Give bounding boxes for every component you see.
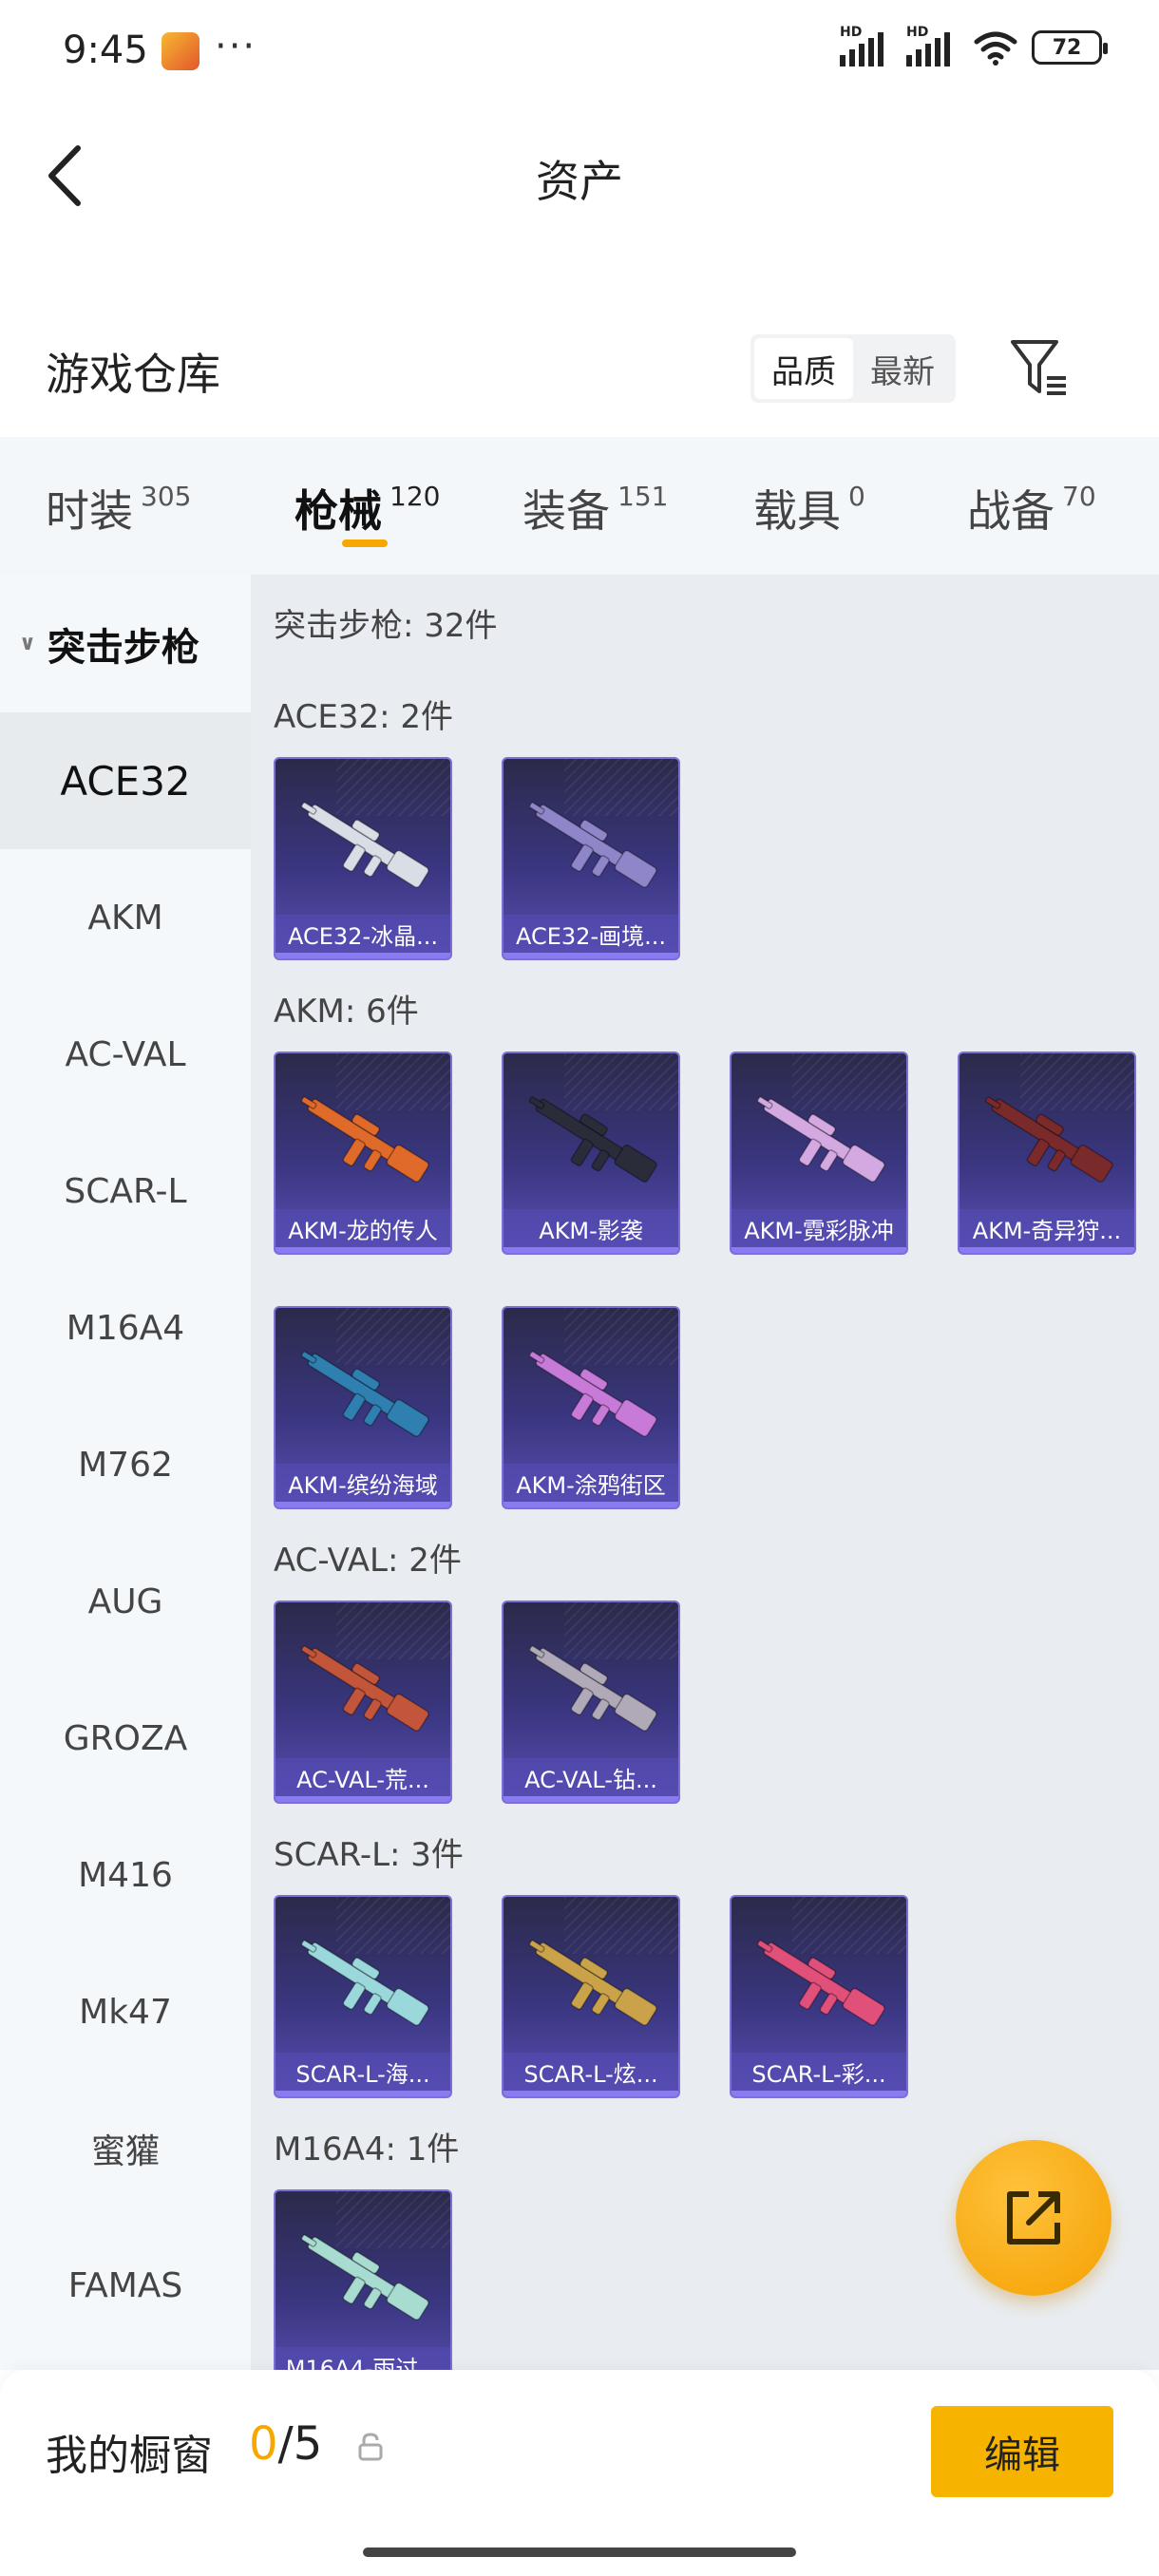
status-bar: 9:45 ··· HD HD 72 xyxy=(0,0,1159,104)
sidebar-item-ac-val[interactable]: AC-VAL xyxy=(0,986,251,1123)
rifle-icon xyxy=(300,1096,429,1183)
sidebar-item-honey-badger[interactable]: 蜜獾 xyxy=(0,2080,251,2217)
rifle-icon xyxy=(528,1940,657,2026)
weapon-card[interactable]: AKM-涂鸦街区 xyxy=(502,1306,680,1509)
tab-fashion[interactable]: 时装 305 xyxy=(46,437,274,575)
sidebar-item-m16a4[interactable]: M16A4 xyxy=(0,1260,251,1396)
home-indicator[interactable] xyxy=(363,2548,796,2557)
share-button[interactable] xyxy=(956,2140,1112,2296)
rifle-icon xyxy=(756,1096,885,1183)
weapon-card[interactable]: AC-VAL-钻... xyxy=(502,1601,680,1804)
sort-toggle[interactable]: 品质 最新 xyxy=(750,334,956,403)
showcase-count: 0/5 xyxy=(249,2417,323,2471)
rifle-icon xyxy=(300,2234,429,2320)
weapon-card[interactable]: SCAR-L-彩... xyxy=(730,1895,908,2098)
rifle-icon xyxy=(528,1645,657,1732)
sidebar-item-famas[interactable]: FAMAS xyxy=(0,2217,251,2354)
lock-icon xyxy=(358,2433,383,2461)
status-time: 9:45 xyxy=(63,28,148,72)
section-title-ac-val: AC-VAL: 2件 xyxy=(274,1542,462,1580)
status-icons: HD HD 72 xyxy=(840,25,1108,66)
sidebar-item-ace32[interactable]: ACE32 xyxy=(0,712,251,849)
sort-option-newest[interactable]: 最新 xyxy=(853,338,952,399)
section-title-akm: AKM: 6件 xyxy=(274,993,419,1031)
sidebar-item-mk47[interactable]: Mk47 xyxy=(0,1943,251,2080)
showcase-label: 我的橱窗 xyxy=(46,2432,213,2480)
weapon-card[interactable]: AKM-霓彩脉冲 xyxy=(730,1051,908,1255)
weapon-card[interactable]: SCAR-L-炫... xyxy=(502,1895,680,2098)
tab-vehicles[interactable]: 载具 0 xyxy=(753,437,967,575)
sidebar-item-aug[interactable]: AUG xyxy=(0,1533,251,1670)
rifle-icon xyxy=(300,1940,429,2026)
tab-firearms[interactable]: 枪械 120 xyxy=(294,437,532,575)
weapon-card[interactable]: M16A4-雨过... xyxy=(274,2189,452,2370)
sidebar-item-scar-l[interactable]: SCAR-L xyxy=(0,1123,251,1260)
rifle-icon xyxy=(756,1940,885,2026)
edit-button[interactable]: 编辑 xyxy=(931,2406,1113,2497)
wifi-icon xyxy=(974,31,1017,66)
weapon-card[interactable]: AKM-缤纷海域 xyxy=(274,1306,452,1509)
section-title-m16a4: M16A4: 1件 xyxy=(274,2131,460,2169)
rifle-icon xyxy=(528,1351,657,1437)
rifle-icon xyxy=(300,1645,429,1732)
tab-supplies[interactable]: 战备 70 xyxy=(967,437,1138,575)
signal-icon-2: HD xyxy=(906,25,960,66)
sidebar-item-m762[interactable]: M762 xyxy=(0,1396,251,1533)
showcase-bar: 我的橱窗 0/5 编辑 xyxy=(0,2370,1159,2576)
category-tabs: 时装 305 枪械 120 装备 151 载具 0 战备 70 xyxy=(0,437,1159,575)
more-notifications-icon: ··· xyxy=(215,25,257,68)
weapon-card[interactable]: AC-VAL-荒... xyxy=(274,1601,452,1804)
warehouse-title: 游戏仓库 xyxy=(46,349,220,400)
chevron-down-icon: ∨ xyxy=(19,632,36,655)
sort-option-quality[interactable]: 品质 xyxy=(754,338,853,399)
weapon-card[interactable]: ACE32-冰晶... xyxy=(274,757,452,960)
sidebar-item-akm[interactable]: AKM xyxy=(0,849,251,986)
sidebar-item-groza[interactable]: GROZA xyxy=(0,1670,251,1807)
share-icon xyxy=(1007,2191,1060,2245)
section-title-ace32: ACE32: 2件 xyxy=(274,698,454,736)
weapon-card[interactable]: AKM-影袭 xyxy=(502,1051,680,1255)
rifle-icon xyxy=(528,1096,657,1183)
sidebar-item-m416[interactable]: M416 xyxy=(0,1807,251,1943)
rifle-icon xyxy=(300,802,429,888)
page-title: 资产 xyxy=(536,156,623,207)
rifle-icon xyxy=(528,802,657,888)
rifle-icon xyxy=(984,1096,1113,1183)
section-title-scar-l: SCAR-L: 3件 xyxy=(274,1836,464,1874)
weapon-card[interactable]: ACE32-画境... xyxy=(502,757,680,960)
tab-equipment[interactable]: 装备 151 xyxy=(522,437,755,575)
category-summary: 突击步枪: 32件 xyxy=(274,607,498,645)
battery-icon: 72 xyxy=(1032,30,1108,65)
weapon-type-sidebar: ∨ 突击步枪 ACE32 AKM AC-VAL SCAR-L M16A4 M76… xyxy=(0,575,251,2370)
weapon-card[interactable]: SCAR-L-海... xyxy=(274,1895,452,2098)
weapon-card[interactable]: AKM-龙的传人 xyxy=(274,1051,452,1255)
app-notification-icon xyxy=(162,32,200,70)
rifle-icon xyxy=(300,1351,429,1437)
filter-icon[interactable] xyxy=(1007,336,1070,399)
weapon-grid: 突击步枪: 32件 ACE32: 2件 ACE32-冰晶... ACE32-画境… xyxy=(251,575,1159,2370)
signal-icon: HD xyxy=(840,25,893,66)
sidebar-group-assault-rifles[interactable]: ∨ 突击步枪 xyxy=(0,575,251,712)
weapon-card[interactable]: AKM-奇异狩... xyxy=(958,1051,1136,1255)
